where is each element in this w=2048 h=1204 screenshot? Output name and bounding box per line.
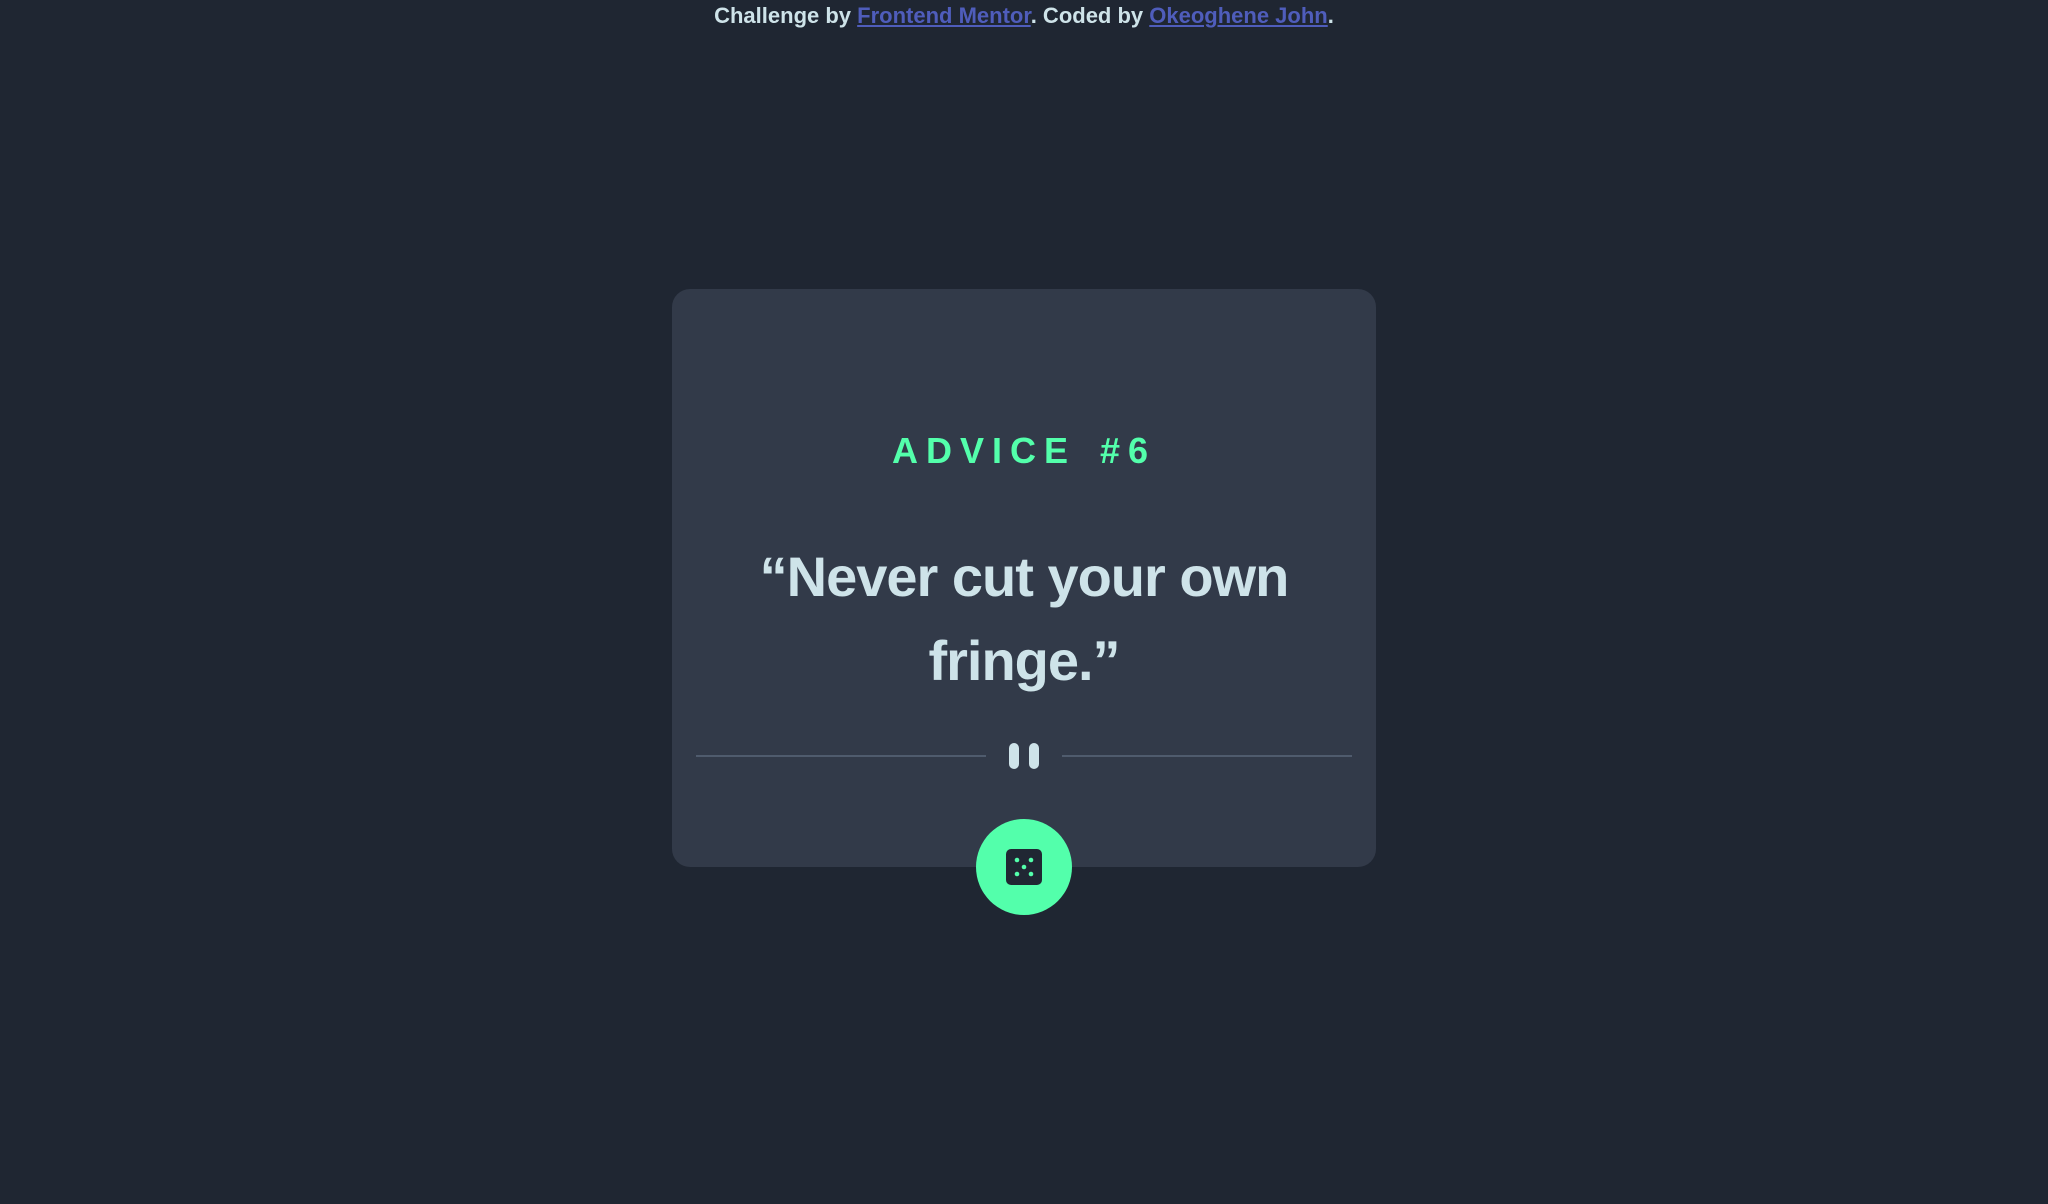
attribution-middle: . Coded by — [1030, 3, 1150, 28]
advice-card: ADVICE #6 “Never cut your own fringe.” — [672, 289, 1376, 867]
attribution-prefix: Challenge by — [714, 3, 858, 28]
advice-quote: “Never cut your own fringe.” — [759, 545, 1290, 692]
frontend-mentor-link[interactable]: Frontend Mentor — [857, 3, 1031, 28]
divider — [696, 743, 1352, 769]
divider-line-right — [1062, 755, 1352, 757]
generate-advice-button[interactable] — [976, 819, 1072, 915]
attribution: Challenge by Frontend Mentor. Coded by O… — [0, 2, 2048, 30]
advice-number: #6 — [1099, 430, 1157, 471]
advice-id: ADVICE #6 — [672, 429, 1376, 473]
dice-icon — [1006, 849, 1042, 885]
advice-label: ADVICE — [891, 430, 1076, 471]
divider-line-left — [696, 755, 986, 757]
pause-icon — [1009, 743, 1039, 769]
attribution-suffix: . — [1327, 3, 1334, 28]
author-link[interactable]: Okeoghene John — [1149, 3, 1327, 28]
